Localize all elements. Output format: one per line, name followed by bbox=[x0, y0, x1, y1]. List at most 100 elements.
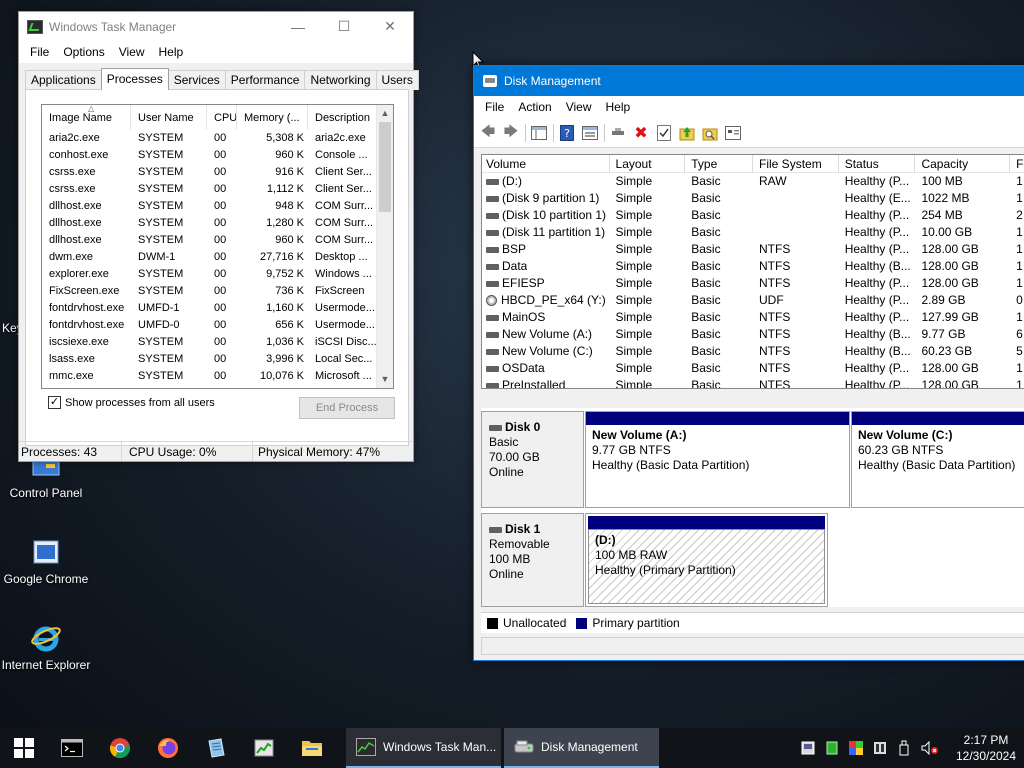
taskbar-task-manager-pinned[interactable] bbox=[240, 728, 288, 768]
column-file-system[interactable]: File System bbox=[753, 155, 839, 173]
taskbar-command-prompt[interactable] bbox=[48, 728, 96, 768]
taskbar-clock[interactable]: 2:17 PM 12/30/2024 bbox=[948, 732, 1024, 764]
volume-row[interactable]: HBCD_PE_x64 (Y:) Simple Basic UDF Healthy (P… bbox=[482, 292, 1024, 309]
volume-row[interactable]: (Disk 10 partition 1) Simple Basic Healthy … bbox=[482, 207, 1024, 224]
disk-management-titlebar[interactable]: Disk Management bbox=[474, 66, 1024, 96]
column-memory[interactable]: Memory (... bbox=[237, 105, 308, 130]
menu-help[interactable]: Help bbox=[152, 45, 191, 59]
volume-muted-icon[interactable] bbox=[920, 740, 940, 756]
menu-help[interactable]: Help bbox=[599, 100, 638, 114]
scroll-up-icon[interactable]: ▲ bbox=[377, 105, 393, 122]
column-volume[interactable]: Volume bbox=[482, 155, 610, 173]
column-layout[interactable]: Layout bbox=[610, 155, 686, 173]
taskbar-file-explorer[interactable] bbox=[288, 728, 336, 768]
volume-row[interactable]: (D:) Simple Basic RAW Healthy (P... 100 MB 1 bbox=[482, 173, 1024, 190]
usb-drive-icon[interactable] bbox=[896, 740, 912, 756]
check-icon[interactable] bbox=[655, 124, 673, 142]
column-cpu[interactable]: CPU bbox=[207, 105, 237, 130]
scroll-thumb[interactable] bbox=[379, 122, 391, 212]
column-description[interactable]: Description bbox=[308, 105, 378, 130]
process-row[interactable]: dllhost.exe SYSTEM 00 960 K COM Surr... bbox=[42, 232, 378, 249]
search-folder-icon[interactable] bbox=[701, 124, 719, 142]
volume-row[interactable]: Data Simple Basic NTFS Healthy (B... 128.00 G… bbox=[482, 258, 1024, 275]
volume-row[interactable]: New Volume (A:) Simple Basic NTFS Healthy (B… bbox=[482, 326, 1024, 343]
disk-0-label[interactable]: Disk 0 Basic 70.00 GB Online bbox=[481, 411, 584, 508]
volume-row[interactable]: PreInstalled Simple Basic NTFS Healthy (P...… bbox=[482, 377, 1024, 388]
partition-new-volume-c[interactable]: New Volume (C:) 60.23 GB NTFS Healthy (B… bbox=[851, 411, 1024, 508]
process-row[interactable]: iscsiexe.exe SYSTEM 00 1,036 K iSCSI Disc... bbox=[42, 334, 378, 351]
menu-action[interactable]: Action bbox=[511, 100, 558, 114]
tab-performance[interactable]: Performance bbox=[224, 70, 306, 90]
taskbar-disk-management-window[interactable]: Disk Management bbox=[504, 728, 659, 768]
column-type[interactable]: Type bbox=[685, 155, 754, 173]
delete-icon[interactable]: ✖ bbox=[632, 124, 650, 142]
volume-row[interactable]: OSData Simple Basic NTFS Healthy (P... 128.00… bbox=[482, 360, 1024, 377]
color-grid-icon[interactable] bbox=[848, 740, 864, 756]
partition-new-volume-a[interactable]: New Volume (A:) 9.77 GB NTFS Healthy (Ba… bbox=[585, 411, 850, 508]
process-row[interactable]: conhost.exe SYSTEM 00 960 K Console ... bbox=[42, 147, 378, 164]
menu-view[interactable]: View bbox=[112, 45, 152, 59]
help-icon[interactable]: ? bbox=[558, 124, 576, 142]
process-row[interactable]: csrss.exe SYSTEM 00 1,112 K Client Ser... bbox=[42, 181, 378, 198]
process-row[interactable]: dllhost.exe SYSTEM 00 948 K COM Surr... bbox=[42, 198, 378, 215]
process-row[interactable]: csrss.exe SYSTEM 00 916 K Client Ser... bbox=[42, 164, 378, 181]
minimize-button[interactable]: — bbox=[275, 12, 321, 41]
tab-users[interactable]: Users bbox=[375, 70, 419, 90]
volume-row[interactable]: EFIESP Simple Basic NTFS Healthy (P... 128.00… bbox=[482, 275, 1024, 292]
taskbar-notes[interactable] bbox=[192, 728, 240, 768]
green-status-icon[interactable] bbox=[824, 740, 840, 756]
volume-row[interactable]: (Disk 11 partition 1) Simple Basic Healthy … bbox=[482, 224, 1024, 241]
tab-services[interactable]: Services bbox=[167, 70, 226, 90]
process-row[interactable]: fontdrvhost.exe UMFD-1 00 1,160 K Usermode..… bbox=[42, 300, 378, 317]
task-manager-titlebar[interactable]: Windows Task Manager — ☐ ✕ bbox=[19, 12, 413, 41]
process-row[interactable]: aria2c.exe SYSTEM 00 5,308 K aria2c.exe bbox=[42, 130, 378, 147]
menu-view[interactable]: View bbox=[559, 100, 599, 114]
process-row[interactable]: explorer.exe SYSTEM 00 9,752 K Windows ... bbox=[42, 266, 378, 283]
usb-device-icon[interactable] bbox=[800, 740, 816, 756]
menu-file[interactable]: File bbox=[478, 100, 511, 114]
tab-networking[interactable]: Networking bbox=[304, 70, 377, 90]
properties-view-icon[interactable] bbox=[581, 124, 599, 142]
column-status[interactable]: Status bbox=[839, 155, 916, 173]
disk-1-label[interactable]: Disk 1 Removable 100 MB Online bbox=[481, 513, 584, 607]
desktop-icon-google-chrome[interactable]: Google Chrome bbox=[0, 536, 92, 586]
process-row[interactable]: fontdrvhost.exe UMFD-0 00 656 K Usermode... bbox=[42, 317, 378, 334]
tab-processes[interactable]: Processes bbox=[100, 68, 169, 90]
menu-options[interactable]: Options bbox=[56, 45, 111, 59]
desktop-icon-internet-explorer[interactable]: Internet Explorer bbox=[0, 622, 92, 672]
process-list[interactable]: △ Image Name User Name CPU Memory (... De… bbox=[41, 104, 394, 389]
volume-row[interactable]: BSP Simple Basic NTFS Healthy (P... 128.00 GB… bbox=[482, 241, 1024, 258]
partition-d[interactable]: (D:) 100 MB RAW Healthy (Primary Partiti… bbox=[585, 513, 828, 607]
column-user-name[interactable]: User Name bbox=[131, 105, 207, 130]
console-tree-icon[interactable] bbox=[530, 124, 548, 142]
taskbar-chrome[interactable] bbox=[96, 728, 144, 768]
volume-row[interactable]: MainOS Simple Basic NTFS Healthy (P... 127.99… bbox=[482, 309, 1024, 326]
volume-row[interactable]: New Volume (C:) Simple Basic NTFS Healthy (B… bbox=[482, 343, 1024, 360]
forward-arrow-icon[interactable]: 🡆 bbox=[502, 123, 520, 142]
process-row[interactable]: FixScreen.exe SYSTEM 00 736 K FixScreen bbox=[42, 283, 378, 300]
column-free-space[interactable]: F bbox=[1010, 155, 1024, 173]
volume-row[interactable]: (Disk 9 partition 1) Simple Basic Healthy (… bbox=[482, 190, 1024, 207]
upload-folder-icon[interactable] bbox=[678, 124, 696, 142]
column-image-name[interactable]: △ Image Name bbox=[42, 105, 131, 130]
connect-icon[interactable] bbox=[609, 124, 627, 142]
settings-view-icon[interactable] bbox=[724, 124, 742, 142]
taskbar-task-manager-window[interactable]: Windows Task Man... bbox=[346, 728, 501, 768]
media-icon[interactable] bbox=[872, 740, 888, 756]
column-capacity[interactable]: Capacity bbox=[915, 155, 1011, 173]
end-process-button[interactable]: End Process bbox=[299, 397, 395, 419]
process-row[interactable]: lsass.exe SYSTEM 00 3,996 K Local Sec... bbox=[42, 351, 378, 368]
show-all-processes-checkbox[interactable]: ✓ Show processes from all users bbox=[48, 396, 215, 409]
process-row[interactable]: dwm.exe DWM-1 00 27,716 K Desktop ... bbox=[42, 249, 378, 266]
volume-list[interactable]: Volume Layout Type File System Status Ca… bbox=[481, 154, 1024, 389]
menu-file[interactable]: File bbox=[23, 45, 56, 59]
back-arrow-icon[interactable]: 🡄 bbox=[479, 123, 497, 142]
taskbar-firefox[interactable] bbox=[144, 728, 192, 768]
process-row[interactable]: mmc.exe SYSTEM 00 10,076 K Microsoft ... bbox=[42, 368, 378, 385]
process-row[interactable]: dllhost.exe SYSTEM 00 1,280 K COM Surr... bbox=[42, 215, 378, 232]
start-button[interactable] bbox=[0, 728, 48, 768]
tab-applications[interactable]: Applications bbox=[25, 70, 102, 90]
process-list-scrollbar[interactable]: ▲ ▼ bbox=[376, 105, 393, 388]
maximize-button[interactable]: ☐ bbox=[321, 12, 367, 41]
scroll-down-icon[interactable]: ▼ bbox=[377, 371, 393, 388]
